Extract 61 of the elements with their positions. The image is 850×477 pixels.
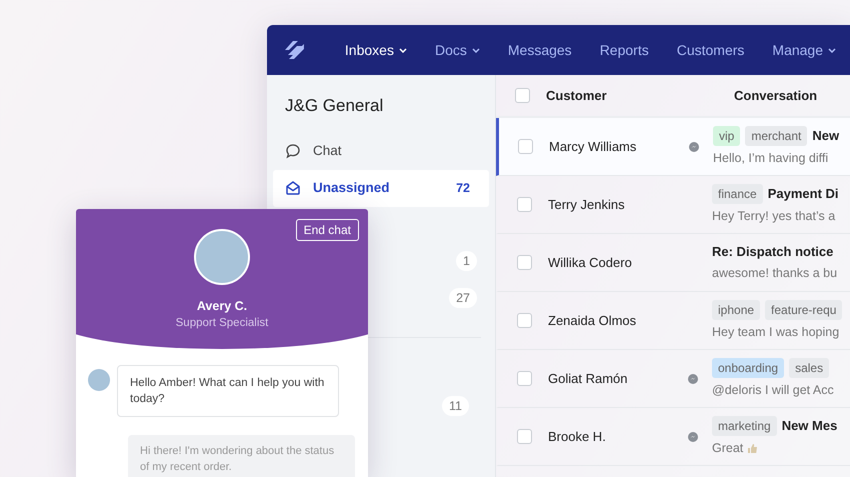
message-bubble: Hello Amber! What can I help you with today? [117, 365, 339, 418]
table-row[interactable]: Goliat Ramón onboarding sales @deloris I will get Acc [496, 350, 850, 408]
tag-label: finance [712, 184, 763, 204]
sidebar-item[interactable]: Unassigned 72 [273, 170, 489, 206]
conversation-subject: New Mes [782, 416, 838, 435]
tag-label: onboarding [712, 358, 784, 378]
nav-tab[interactable]: Manage [758, 40, 850, 60]
row-checkbox[interactable] [517, 197, 532, 212]
message-preview: Hello, I’m having diffi [713, 150, 828, 167]
customer-name: Goliat Ramón [548, 370, 628, 388]
message-preview: Hey team I was hoping [712, 324, 840, 341]
customer-name: Zenaida Olmos [548, 312, 638, 330]
tag-label: vip [713, 126, 740, 146]
select-all-checkbox[interactable] [515, 88, 530, 103]
table-row[interactable]: Willika Codero Re: Dispatch notice awesome! thanks a bu [496, 234, 850, 292]
row-checkbox[interactable] [517, 255, 532, 270]
unread-count[interactable]: 11 [442, 396, 469, 416]
conversation-subject: Re: Dispatch notice [712, 242, 834, 261]
message-preview: @deloris I will get Acc [712, 382, 834, 399]
end-chat-button[interactable]: End chat [296, 219, 359, 241]
envelope-icon [285, 180, 301, 196]
customer-name: Terry Jenkins [548, 196, 626, 214]
message-bubble: Hi there! I'm wondering about the status of my recent order. [128, 435, 355, 477]
unread-count[interactable]: 27 [449, 288, 477, 308]
tag-label: iphone [712, 300, 760, 320]
nav-tab[interactable]: Customers [662, 40, 758, 60]
table-row[interactable]: Brooke H. marketing New Mes Great [496, 408, 850, 466]
customer-name: Willika Codero [548, 254, 633, 272]
chat-bubble-icon [285, 143, 301, 159]
table-row[interactable]: Terry Jenkins finance Payment Di Hey Terry! yes that’s a [496, 176, 850, 234]
avatar-circle [88, 369, 110, 391]
sidebar-title: J&G General [284, 95, 384, 117]
table-row[interactable]: Marcy Williams vip merchant New Hello, I’m having diffi [496, 118, 850, 176]
row-checkbox[interactable] [517, 429, 532, 444]
row-checkbox[interactable] [518, 139, 533, 154]
tag-label: sales [789, 358, 830, 378]
conversation-subject: New [812, 126, 840, 145]
conversation-subject: Payment Di [768, 184, 839, 203]
agent-role: Support Specialist [174, 316, 270, 332]
nav-tab[interactable]: Reports [586, 40, 663, 60]
message-preview: Hey Terry! yes that’s a [712, 208, 836, 225]
row-checkbox[interactable] [517, 313, 532, 328]
customer-name: Brooke H. [548, 428, 607, 446]
logo-icon [285, 40, 305, 60]
row-checkbox[interactable] [517, 371, 532, 386]
message-preview: Great [712, 440, 744, 457]
unread-count[interactable]: 1 [456, 250, 477, 272]
unread-count: 72 [455, 180, 471, 197]
table-row[interactable]: Zenaida Olmos iphone feature-requ Hey team I was hoping [496, 292, 850, 350]
message-preview: awesome! thanks a bu [712, 265, 838, 282]
column-header: Conversation [734, 86, 818, 105]
column-header: Customer [546, 86, 608, 105]
tag-label: feature-requ [765, 300, 842, 320]
tag-label: merchant [745, 126, 808, 146]
nav-tab[interactable]: Messages [494, 40, 586, 60]
customer-name: Marcy Williams [549, 138, 638, 156]
agent-name: Avery C. [196, 298, 248, 315]
tag-label: marketing [712, 416, 777, 436]
nav-tab[interactable]: Docs [420, 40, 494, 60]
sidebar-item[interactable]: Chat [273, 132, 489, 170]
nav-tab[interactable]: Inboxes [330, 40, 421, 60]
